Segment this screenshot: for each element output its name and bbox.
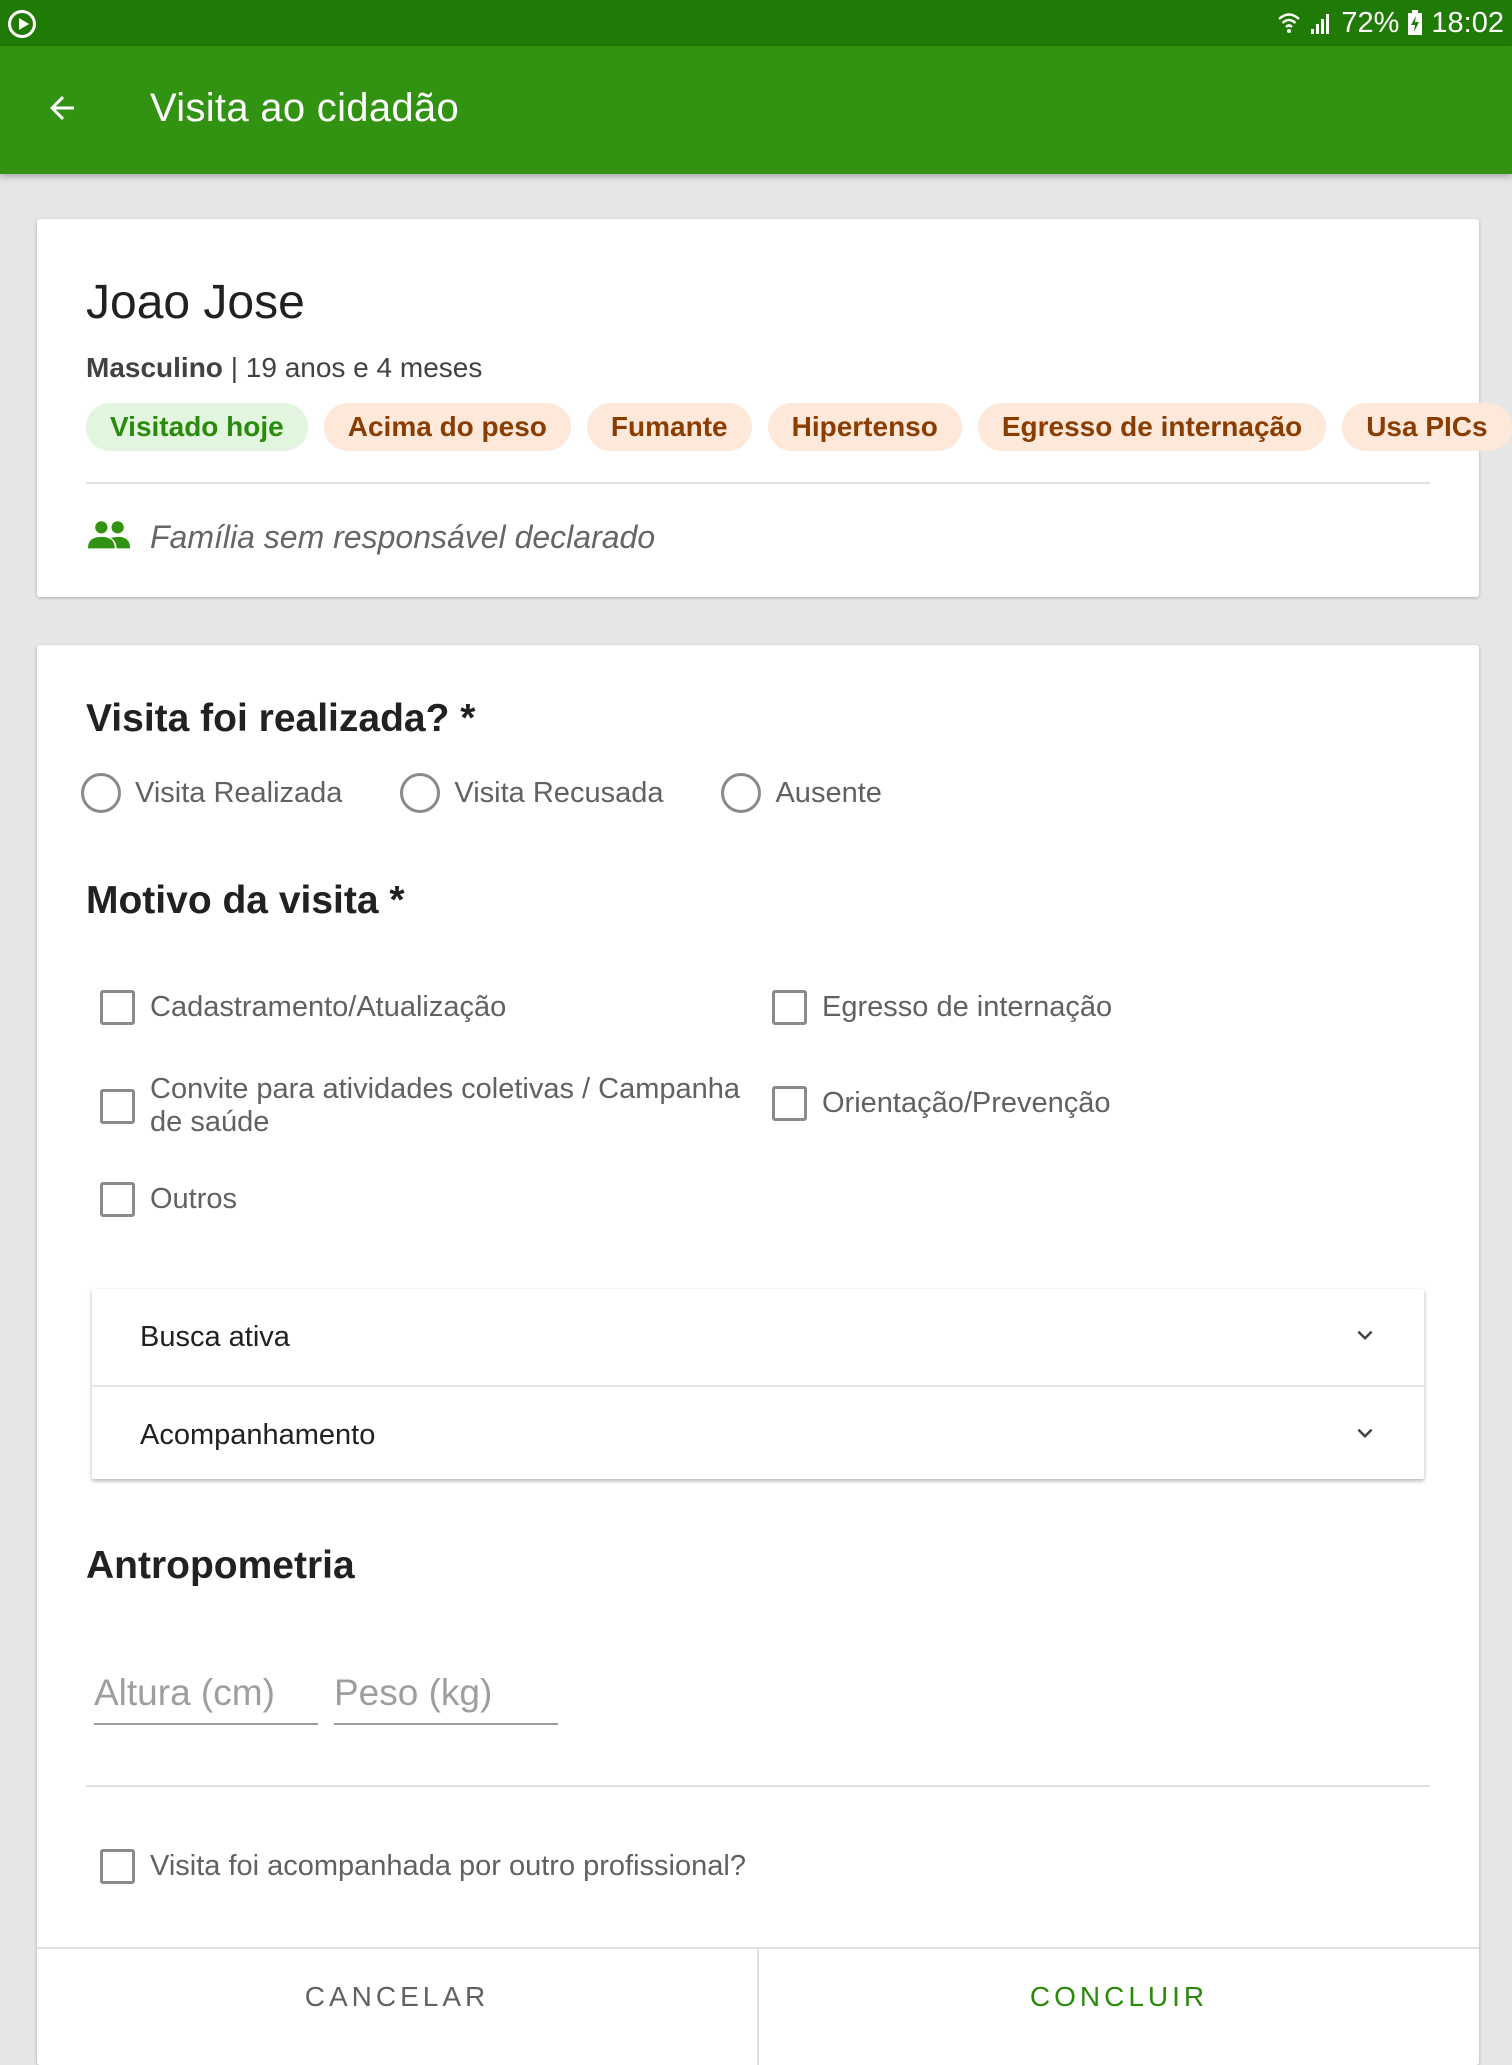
checkbox-label: Egresso de internação	[822, 991, 1113, 1023]
checkbox-registration[interactable]: Cadastramento/Atualização	[100, 990, 506, 1025]
battery-percent: 72%	[1341, 6, 1400, 39]
visit-done-title: Visita foi realizada? *	[86, 697, 476, 740]
radio-circle[interactable]	[81, 773, 121, 813]
checkbox-guidance[interactable]: Orientação/Prevenção	[772, 1086, 1111, 1121]
conclude-button[interactable]: CONCLUIR	[759, 1949, 1479, 2065]
checkbox-label: Visita foi acompanhada por outro profiss…	[150, 1850, 746, 1882]
radio-circle[interactable]	[721, 773, 762, 813]
reason-accordion: Busca ativa Acompanhamento	[92, 1289, 1424, 1479]
weight-input[interactable]	[334, 1665, 558, 1721]
divider	[86, 1785, 1430, 1787]
citizen-meta: Masculino | 19 anos e 4 meses	[86, 352, 482, 384]
citizen-card: Joao Jose Masculino | 19 anos e 4 meses …	[37, 219, 1512, 597]
reason-title: Motivo da visita *	[86, 879, 405, 922]
checkbox-box[interactable]	[772, 990, 807, 1025]
checkbox-label: Orientação/Prevenção	[822, 1087, 1111, 1119]
tag-hypertensive: Hipertenso	[767, 403, 962, 451]
checkbox-box[interactable]	[772, 1086, 807, 1121]
radio-visit-done[interactable]: Visita Realizada	[81, 773, 342, 813]
app-bar: Visita ao cidadão	[0, 46, 1512, 174]
people-icon	[86, 519, 132, 556]
status-bar: 72% 18:02	[0, 0, 1512, 46]
radio-label: Visita Recusada	[454, 776, 664, 809]
accordion-follow-up[interactable]: Acompanhamento	[92, 1387, 1424, 1483]
checkbox-label: Cadastramento/Atualização	[150, 991, 507, 1023]
meta-separator: |	[222, 352, 246, 383]
anthropometry-title: Antropometria	[86, 1544, 355, 1587]
checkbox-box[interactable]	[100, 990, 135, 1025]
battery-charging-icon	[1407, 10, 1423, 36]
screen-cast-icon	[8, 10, 36, 38]
checkbox-invitation[interactable]: Convite para atividades coletivas / Camp…	[100, 1073, 780, 1139]
checkbox-discharge[interactable]: Egresso de internação	[772, 990, 1112, 1025]
accordion-label: Acompanhamento	[140, 1418, 376, 1451]
arrow-back-icon	[44, 90, 80, 131]
radio-visit-refused[interactable]: Visita Recusada	[400, 773, 663, 813]
divider	[86, 482, 1430, 484]
checkbox-box[interactable]	[100, 1182, 135, 1217]
radio-circle[interactable]	[400, 773, 441, 813]
citizen-sex: Masculino	[86, 352, 223, 383]
tag-visited-today: Visitado hoje	[86, 403, 308, 451]
tag-discharged: Egresso de internação	[977, 403, 1327, 451]
checkbox-label: Convite para atividades coletivas / Camp…	[150, 1073, 740, 1138]
chevron-down-icon	[1350, 1418, 1380, 1453]
signal-icon	[1309, 11, 1333, 35]
back-button[interactable]	[30, 80, 94, 140]
radio-label: Visita Realizada	[135, 776, 343, 809]
form-footer: CANCELAR CONCLUIR	[37, 1947, 1479, 2065]
checkbox-box[interactable]	[100, 1849, 135, 1884]
checkbox-accompanied[interactable]: Visita foi acompanhada por outro profiss…	[100, 1849, 746, 1884]
weight-field	[334, 1665, 558, 1725]
height-input[interactable]	[94, 1665, 318, 1721]
checkbox-label: Outros	[150, 1183, 238, 1215]
tag-overweight: Acima do peso	[323, 403, 571, 451]
radio-absent[interactable]: Ausente	[721, 773, 882, 813]
visit-form-card: Visita foi realizada? * Visita Realizada…	[37, 645, 1479, 2065]
tag-smoker: Fumante	[586, 403, 752, 451]
checkbox-others[interactable]: Outros	[100, 1182, 237, 1217]
citizen-name: Joao Jose	[86, 276, 305, 329]
accordion-label: Busca ativa	[140, 1320, 290, 1353]
page-title: Visita ao cidadão	[150, 86, 460, 130]
cancel-button[interactable]: CANCELAR	[37, 1949, 759, 2065]
clock: 18:02	[1431, 6, 1504, 39]
status-bar-right: 72% 18:02	[1277, 6, 1504, 40]
visit-done-radio-group: Visita Realizada Visita Recusada Ausente	[81, 773, 940, 813]
tag-list: Visitado hoje Acima do peso Fumante Hipe…	[86, 403, 1512, 451]
accordion-active-search[interactable]: Busca ativa	[92, 1289, 1424, 1385]
family-text: Família sem responsável declarado	[150, 519, 656, 555]
family-row: Família sem responsável declarado	[86, 519, 655, 556]
tag-uses-pics: Usa PICs	[1342, 403, 1512, 451]
checkbox-box[interactable]	[100, 1088, 135, 1124]
radio-label: Ausente	[775, 776, 882, 809]
citizen-age: 19 anos e 4 meses	[245, 352, 483, 383]
height-field	[94, 1665, 318, 1725]
wifi-icon	[1277, 11, 1301, 35]
chevron-down-icon	[1350, 1320, 1380, 1355]
